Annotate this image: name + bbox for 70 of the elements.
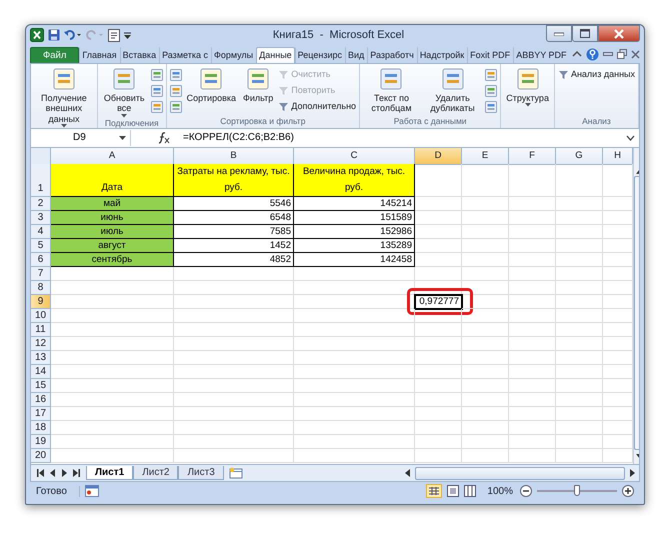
column-header[interactable]: A: [51, 148, 174, 165]
table-cell: август: [51, 238, 174, 253]
row-header[interactable]: 2: [31, 196, 51, 211]
row-header[interactable]: 10: [31, 308, 51, 323]
column-header[interactable]: D: [415, 148, 462, 165]
table-cell: 5546: [174, 196, 294, 211]
table-cell: 145214: [294, 196, 415, 211]
table-cell: Дата: [51, 164, 174, 197]
table-cell: 7585: [174, 224, 294, 239]
ribbon-tab[interactable]: Данные: [256, 46, 295, 63]
row-header[interactable]: 19: [31, 434, 51, 449]
column-header[interactable]: G: [556, 148, 603, 165]
table-cell: июль: [51, 224, 174, 239]
table-cell: Величина продаж, тыс. руб.: [294, 164, 415, 197]
table-cell: 0,972777: [415, 294, 462, 309]
table-cell: июнь: [51, 210, 174, 225]
row-header[interactable]: 13: [31, 350, 51, 365]
table-cell: 152986: [294, 224, 415, 239]
table-cell: 4852: [174, 252, 294, 267]
window-title: Книга15 - Microsoft Excel: [272, 29, 406, 42]
row-header[interactable]: 6: [31, 252, 51, 267]
status-text: Готово: [36, 486, 80, 496]
ribbon-button[interactable]: Структура: [504, 66, 551, 108]
column-header[interactable]: B: [174, 148, 294, 165]
row-header[interactable]: 9: [31, 294, 51, 309]
row-header[interactable]: 15: [31, 378, 51, 393]
row-header[interactable]: 1: [31, 164, 51, 197]
row-header[interactable]: 7: [31, 266, 51, 281]
column-header[interactable]: F: [509, 148, 556, 165]
sheet-tab[interactable]: Лист2: [133, 466, 178, 480]
row-header[interactable]: 8: [31, 280, 51, 295]
table-cell: 1452: [174, 238, 294, 253]
group-label: Сортировка и фильтр: [219, 116, 306, 128]
ribbon-button[interactable]: Сортировка: [184, 66, 238, 104]
ribbon-button[interactable]: Обновить все: [100, 66, 148, 118]
row-header[interactable]: 16: [31, 392, 51, 407]
name-box[interactable]: D9: [31, 130, 131, 146]
group-label: Анализ: [581, 116, 612, 128]
ribbon-small-button[interactable]: Анализ данных: [558, 66, 636, 82]
table-cell: 6548: [174, 210, 294, 225]
row-header[interactable]: 11: [31, 322, 51, 337]
row-header[interactable]: 3: [31, 210, 51, 225]
row-header[interactable]: 12: [31, 336, 51, 351]
ribbon-button[interactable]: Текст по столбцам: [363, 66, 420, 114]
sheet-tab[interactable]: Лист1: [86, 466, 134, 480]
row-header[interactable]: 20: [31, 448, 51, 463]
row-header[interactable]: 14: [31, 364, 51, 379]
ribbon-button[interactable]: Удалить дубликаты: [422, 66, 482, 114]
formula-field[interactable]: =КОРРЕЛ(C2:C6;B2:B6): [183, 132, 620, 144]
column-header[interactable]: H: [603, 148, 633, 165]
table-cell: сентябрь: [51, 252, 174, 267]
column-header[interactable]: C: [294, 148, 415, 165]
ribbon-button[interactable]: Фильтр: [241, 66, 276, 104]
ribbon-small-button[interactable]: Дополнительно: [278, 98, 356, 114]
row-header[interactable]: 18: [31, 420, 51, 435]
column-header[interactable]: E: [462, 148, 509, 165]
table-cell: 151589: [294, 210, 415, 225]
sheet-tab[interactable]: Лист3: [178, 466, 224, 480]
table-cell: Затраты на рекламу, тыс. руб.: [174, 164, 294, 197]
group-label: Работа с данными: [392, 116, 468, 128]
table-cell: 142458: [294, 252, 415, 267]
ribbon-button[interactable]: Получение внешних данных: [34, 66, 94, 128]
zoom-level[interactable]: 100%: [487, 486, 513, 496]
row-header[interactable]: 4: [31, 224, 51, 239]
table-cell: май: [51, 196, 174, 211]
file-tab[interactable]: Файл: [30, 46, 80, 63]
group-label: Подключения: [104, 118, 160, 128]
row-header[interactable]: 5: [31, 238, 51, 253]
table-cell: 135289: [294, 238, 415, 253]
row-header[interactable]: 17: [31, 406, 51, 421]
